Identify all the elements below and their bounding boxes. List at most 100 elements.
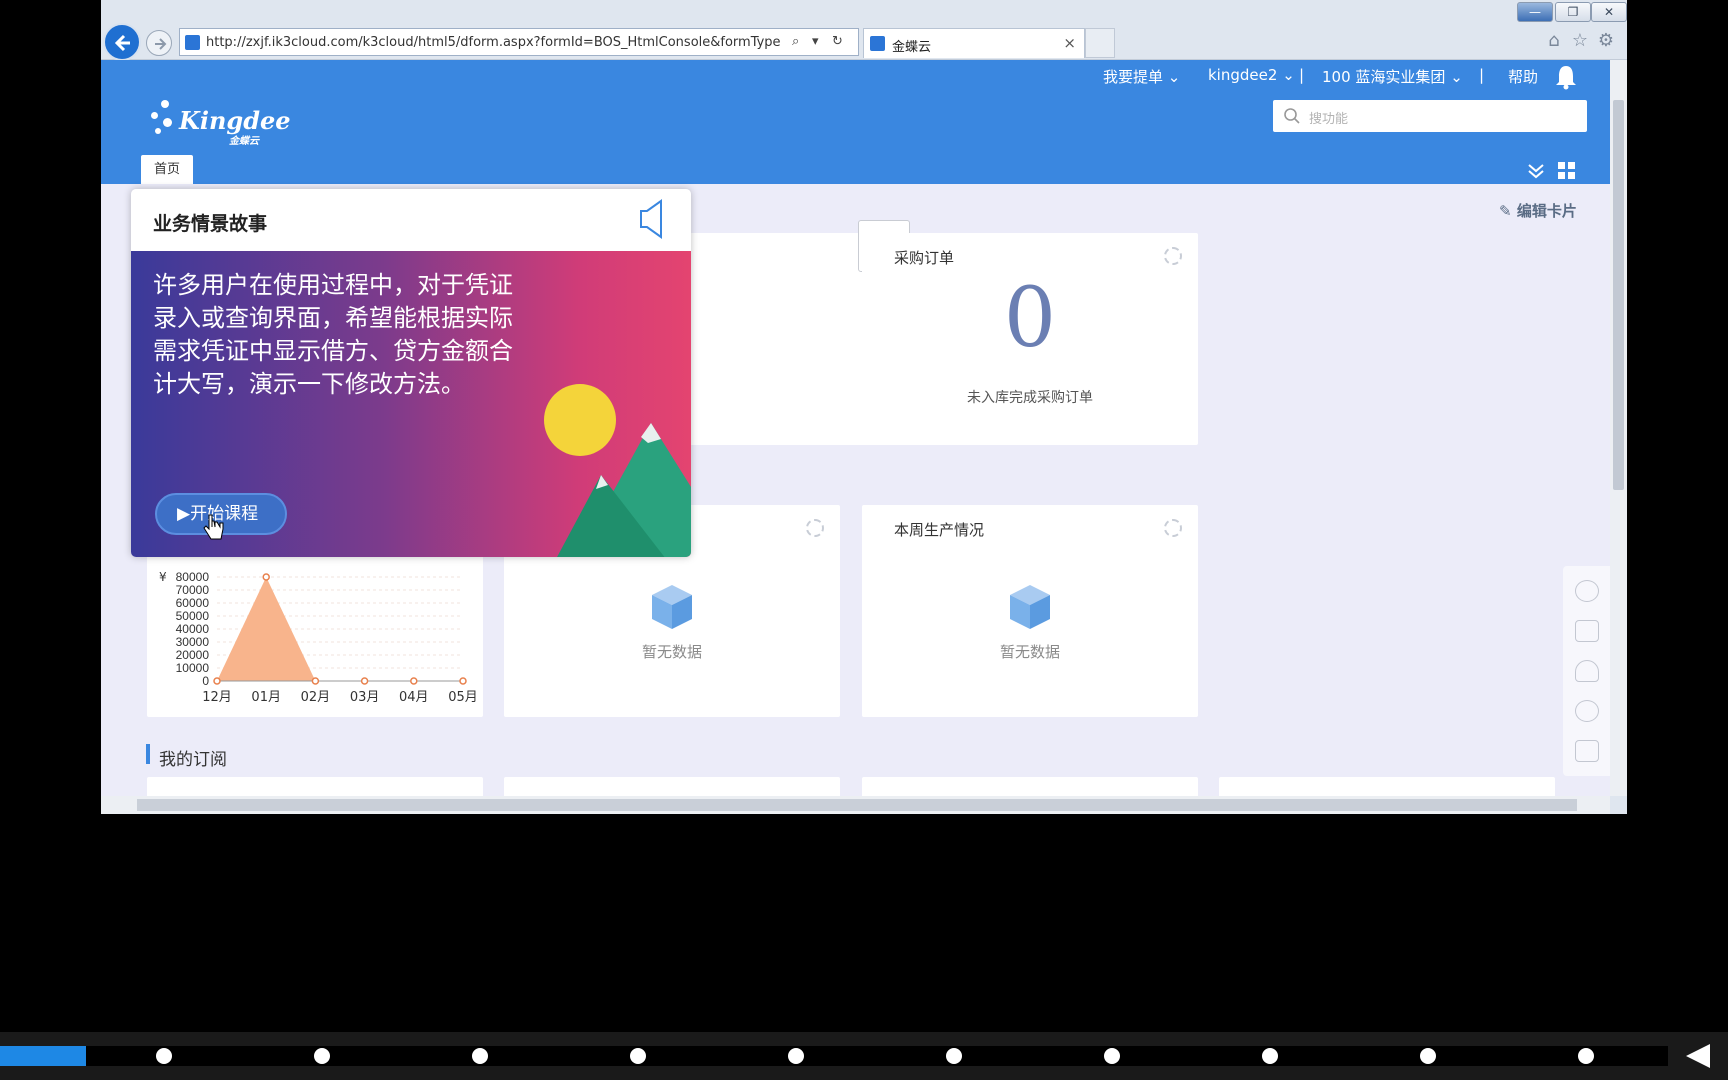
empty-box-icon <box>652 585 692 629</box>
dropdown-icon[interactable]: ▾ <box>812 34 819 49</box>
edit-icon: ✎ <box>1499 202 1512 220</box>
refresh-icon[interactable] <box>1164 519 1182 537</box>
empty-box-icon <box>1010 585 1050 629</box>
browser-window: — ❐ ✕ http://zxjf.ik3cloud.com/k3cloud/h… <box>101 0 1627 814</box>
help-link[interactable]: 帮助 <box>1508 66 1538 87</box>
y-tick-label: 70000 <box>176 583 210 597</box>
popup-title: 业务情景故事 <box>153 213 268 235</box>
grid-view-icon[interactable] <box>1557 161 1577 181</box>
tab-title: 金蝶云 <box>892 40 932 55</box>
user-menu[interactable]: kingdee2 ⌄ <box>1208 66 1295 84</box>
close-window-button[interactable]: ✕ <box>1591 2 1627 22</box>
horizontal-scroll-thumb[interactable] <box>137 799 1577 811</box>
purchase-order-count[interactable]: 0 <box>862 271 1198 366</box>
restore-button[interactable]: ❐ <box>1555 2 1591 22</box>
no-data-text: 暂无数据 <box>999 643 1060 661</box>
subscription-card[interactable] <box>862 777 1198 796</box>
home-icon[interactable]: ⌂ <box>1541 30 1567 51</box>
window-titlebar: — ❐ ✕ <box>101 0 1627 24</box>
chapter-marker[interactable] <box>946 1048 962 1064</box>
y-tick-label: 50000 <box>176 609 210 623</box>
chapter-marker[interactable] <box>156 1048 172 1064</box>
chapter-marker[interactable] <box>1578 1048 1594 1064</box>
subscription-card[interactable] <box>504 777 840 796</box>
cloud-icon[interactable] <box>1575 660 1599 682</box>
minimize-button[interactable]: — <box>1517 2 1553 22</box>
browser-tab[interactable]: 金蝶云 × <box>863 28 1085 58</box>
no-data-text: 暂无数据 <box>641 643 702 661</box>
horizontal-scrollbar[interactable] <box>101 796 1610 814</box>
card-title: 采购订单 <box>894 249 955 267</box>
collapse-chevrons-icon[interactable] <box>1527 162 1545 180</box>
data-point[interactable] <box>410 677 418 685</box>
menu-separator: | <box>1479 66 1485 84</box>
chapter-marker[interactable] <box>1104 1048 1120 1064</box>
refresh-icon[interactable] <box>806 519 824 537</box>
chapter-marker[interactable] <box>472 1048 488 1064</box>
purchase-order-card[interactable]: 采购订单 0 未入库完成采购订单 <box>862 233 1198 445</box>
x-tick-label: 04月 <box>399 690 429 705</box>
refresh-icon[interactable] <box>1164 247 1182 265</box>
my-subscriptions-title: 我的订阅 <box>159 750 227 770</box>
previous-icon[interactable] <box>1686 1044 1710 1068</box>
vertical-scrollbar[interactable] <box>1610 60 1627 796</box>
back-button[interactable] <box>103 23 141 61</box>
chapter-marker[interactable] <box>788 1048 804 1064</box>
y-tick-label: 20000 <box>176 648 210 662</box>
favorites-star-icon[interactable]: ☆ <box>1567 30 1593 51</box>
search-icon[interactable]: ⌕ <box>792 34 799 49</box>
section-marker <box>146 744 150 764</box>
edit-cards-label: 编辑卡片 <box>1516 202 1577 220</box>
logo-subtext: 金蝶云 <box>229 136 259 147</box>
tab-close-icon[interactable]: × <box>1063 34 1076 52</box>
x-tick-label: 01月 <box>251 690 281 705</box>
mountains-illustration <box>557 423 691 557</box>
submit-ticket-label: 我要提单 <box>1103 68 1164 86</box>
data-point[interactable] <box>459 677 467 685</box>
subscription-card[interactable] <box>147 777 483 796</box>
subscription-card[interactable] <box>1219 777 1555 796</box>
org-menu[interactable]: 100 蓝海实业集团 ⌄ <box>1322 66 1463 87</box>
chapter-marker[interactable] <box>1420 1048 1436 1064</box>
chevron-down-icon: ⌄ <box>1167 68 1181 86</box>
play-icon: ▶ <box>177 504 191 524</box>
y-tick-label: 60000 <box>176 596 210 610</box>
data-point[interactable] <box>360 677 369 685</box>
tab-home[interactable]: 首页 <box>141 155 193 184</box>
chevron-down-icon: ⌄ <box>1450 68 1463 86</box>
forward-button[interactable] <box>146 30 172 56</box>
side-toolbar <box>1563 566 1610 776</box>
user-label: kingdee2 <box>1208 66 1278 84</box>
screen: — ❐ ✕ http://zxjf.ik3cloud.com/k3cloud/h… <box>0 0 1728 1080</box>
data-point[interactable] <box>213 677 221 685</box>
chat-icon[interactable] <box>1575 580 1599 602</box>
vertical-scroll-thumb[interactable] <box>1613 100 1624 490</box>
story-popup: 业务情景故事 许多用户在使用过程中，对于凭证录入或查询界面，希望能根据实际需求凭… <box>131 189 691 557</box>
popup-body: 许多用户在使用过程中，对于凭证录入或查询界面，希望能根据实际需求凭证中显示借方、… <box>131 251 691 557</box>
tab-favicon-icon <box>870 36 885 51</box>
address-bar[interactable]: http://zxjf.ik3cloud.com/k3cloud/html5/d… <box>179 28 859 56</box>
submit-ticket-menu[interactable]: 我要提单 ⌄ <box>1103 66 1180 87</box>
x-tick-label: 02月 <box>301 690 331 705</box>
address-url[interactable]: http://zxjf.ik3cloud.com/k3cloud/html5/d… <box>206 35 781 50</box>
back-arrow-icon <box>114 34 130 52</box>
popup-story-text: 许多用户在使用过程中，对于凭证录入或查询界面，希望能根据实际需求凭证中显示借方、… <box>153 271 513 398</box>
speaker-icon[interactable] <box>637 199 665 239</box>
settings-gear-icon[interactable]: ⚙ <box>1593 30 1619 51</box>
kingdee-logo[interactable]: Kingdee 金蝶云 <box>147 100 291 147</box>
data-point[interactable] <box>311 677 320 685</box>
function-search-input[interactable]: 搜功能 <box>1273 100 1587 132</box>
chapter-marker[interactable] <box>630 1048 646 1064</box>
chapter-marker[interactable] <box>314 1048 330 1064</box>
data-point[interactable] <box>262 573 270 581</box>
progress-track[interactable] <box>0 1046 1668 1066</box>
new-tab-button[interactable] <box>1085 28 1115 58</box>
bell-icon[interactable] <box>1555 64 1577 90</box>
refresh-icon[interactable]: ↻ <box>832 34 843 49</box>
app-header: Kingdee 金蝶云 我要提单 ⌄ kingdee2 ⌄ | 100 蓝海实业… <box>101 60 1610 184</box>
chapter-marker[interactable] <box>1262 1048 1278 1064</box>
edit-cards-button[interactable]: ✎ 编辑卡片 <box>1499 200 1577 221</box>
k-service-icon[interactable] <box>1575 620 1599 642</box>
coins-icon[interactable] <box>1575 700 1599 722</box>
note-edit-icon[interactable] <box>1575 740 1599 762</box>
